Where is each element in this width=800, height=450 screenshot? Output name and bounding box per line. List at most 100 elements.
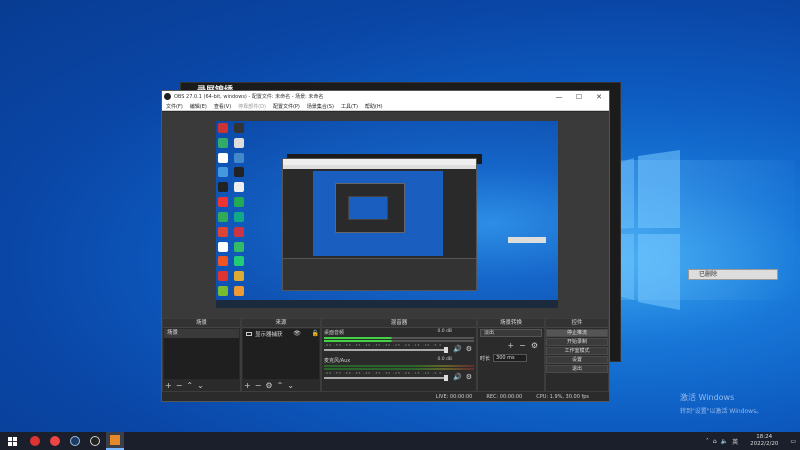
obs-app-icon [164,93,171,100]
clock-time: 18:24 [756,434,773,440]
menu-docks[interactable]: 停靠部件(D) [238,103,266,110]
monitor-icon [246,331,252,336]
volume-knob[interactable] [444,347,448,353]
taskbar-app-weibo[interactable] [46,432,64,450]
taskbar-app-obs[interactable] [86,432,104,450]
transitions-dock: 场景转换 淡出 + − ⚙ 时长 300 ms [477,318,545,392]
menu-edit[interactable]: 编辑(E) [190,103,207,110]
remove-transition-icon[interactable]: − [519,341,526,350]
menu-scene-collection[interactable]: 场景集合(S) [307,103,334,110]
menu-tools[interactable]: 工具(T) [341,103,358,110]
notification-icon[interactable]: ▭ [790,438,796,445]
weibo-icon [50,436,60,446]
mixer-channel-desktop: 桌面音频 0.0 dB -60 -55 -50 -45 -40 -35 -30 … [322,328,476,356]
move-up-icon[interactable]: ⌃ [186,381,193,390]
preview-canvas[interactable] [216,121,558,308]
controls-dock-title: 控件 [546,319,608,328]
level-meter [324,365,474,367]
move-down-icon[interactable]: ⌄ [197,381,204,390]
menu-file[interactable]: 文件(F) [166,103,183,110]
mixer-dock: 混音器 桌面音频 0.0 dB -60 -55 -50 -45 -40 -35 … [321,318,477,392]
taskbar-app-steam[interactable] [66,432,84,450]
preview-nested-obs [282,158,477,291]
exit-button[interactable]: 退出 [546,365,608,373]
duration-row: 时长 300 ms [480,354,542,362]
source-settings-icon[interactable]: ⚙ [265,381,272,390]
taskbar-app-red[interactable] [26,432,44,450]
activate-windows-watermark: 激活 Windows 转到"设置"以激活 Windows。 [680,392,762,415]
menu-help[interactable]: 帮助(H) [365,103,383,110]
channel-db: 0.0 dB [437,357,452,362]
channel-db: 0.0 dB [437,329,452,334]
windows-taskbar: ˄ ⌂ 🔈 英 18:24 2022/2/20 ▭ [0,432,800,450]
clock-date: 2022/2/20 [750,441,779,447]
maximize-button[interactable]: ☐ [569,93,589,101]
sources-dock-title: 来源 [242,319,320,328]
transition-settings-icon[interactable]: ⚙ [531,341,538,350]
scenes-toolbar: + − ⌃ ⌄ [165,380,204,390]
preview-taskbar [216,300,558,308]
obs-menubar: 文件(F) 编辑(E) 查看(V) 停靠部件(D) 配置文件(P) 场景集合(S… [162,102,609,111]
close-button[interactable]: ✕ [589,93,609,101]
add-transition-icon[interactable]: + [507,341,514,350]
duration-field[interactable]: 300 ms [493,354,528,362]
eye-icon[interactable]: 👁 [293,330,301,337]
duration-label: 时长 [480,355,491,362]
preview-area[interactable] [162,112,609,318]
rec-status: REC: 00:00:00 [486,393,523,400]
windows-start-icon [7,436,17,446]
studio-mode-button[interactable]: 工作室模式 [546,347,608,355]
volume-knob[interactable] [444,375,448,381]
sources-toolbar: + − ⚙ ⌃ ⌄ [244,380,294,390]
level-meter [324,340,474,342]
live-status: LIVE: 00:00:00 [435,393,473,400]
volume-slider[interactable]: 🔊 ⚙ [324,345,474,353]
obs-icon [90,436,100,446]
recorder-icon [110,435,120,445]
obs-docks: 场景 场景 + − ⌃ ⌄ 来源 显示器捕获 👁 🔓 + − ⚙ ⌃ ⌄ 混音器… [162,318,609,392]
controls-dock: 控件 停止推流 开始录制 工作室模式 设置 退出 [545,318,609,392]
obs-titlebar[interactable]: OBS 27.0.1 (64-bit, windows) - 配置文件: 未命名… [162,91,609,102]
level-meter [324,368,474,370]
gear-icon[interactable]: ⚙ [466,345,472,353]
speaker-icon[interactable]: 🔊 [453,345,462,353]
scene-item[interactable]: 场景 [164,329,239,338]
menu-profile[interactable]: 配置文件(P) [273,103,300,110]
source-item[interactable]: 显示器捕获 👁 🔓 [243,329,319,338]
scenes-dock: 场景 场景 + − ⌃ ⌄ [162,318,241,392]
taskbar-clock[interactable]: 18:24 2022/2/20 [750,434,778,448]
lock-icon[interactable]: 🔓 [312,330,319,337]
transitions-dock-title: 场景转换 [478,319,544,328]
add-source-icon[interactable]: + [244,381,251,390]
remove-scene-icon[interactable]: − [176,381,183,390]
start-recording-button[interactable]: 开始录制 [546,338,608,346]
volume-slider[interactable]: 🔊 ⚙ [324,373,474,381]
move-down-icon[interactable]: ⌄ [287,381,294,390]
obs-statusbar: LIVE: 00:00:00 REC: 00:00:00 CPU: 1.9%, … [162,391,609,401]
speaker-icon[interactable]: 🔊 [453,373,462,381]
scenes-list[interactable]: 场景 [164,329,239,379]
activate-subtitle: 转到"设置"以激活 Windows。 [680,408,763,415]
start-button[interactable] [0,432,24,450]
activate-title: 激活 Windows [680,393,735,402]
app-red-icon [30,436,40,446]
volume-icon[interactable]: 🔈 [721,438,728,445]
level-meter [324,337,474,339]
add-scene-icon[interactable]: + [165,381,172,390]
move-up-icon[interactable]: ⌃ [277,381,284,390]
menu-view[interactable]: 查看(V) [214,103,231,110]
network-icon[interactable]: ⌂ [713,438,717,445]
minimize-button[interactable]: — [549,93,569,101]
transition-select[interactable]: 淡出 [480,329,542,337]
remove-source-icon[interactable]: − [255,381,262,390]
stop-streaming-button[interactable]: 停止推流 [546,329,608,337]
gear-icon[interactable]: ⚙ [466,373,472,381]
sources-list[interactable]: 显示器捕获 👁 🔓 [243,329,319,379]
input-language[interactable]: 英 [732,437,738,446]
scenes-dock-title: 场景 [163,319,240,328]
settings-button[interactable]: 设置 [546,356,608,364]
taskbar-app-recorder[interactable] [106,432,124,450]
source-name: 显示器捕获 [255,331,283,338]
chevron-up-icon[interactable]: ˄ [706,438,709,445]
obs-window[interactable]: OBS 27.0.1 (64-bit, windows) - 配置文件: 未命名… [161,90,610,402]
